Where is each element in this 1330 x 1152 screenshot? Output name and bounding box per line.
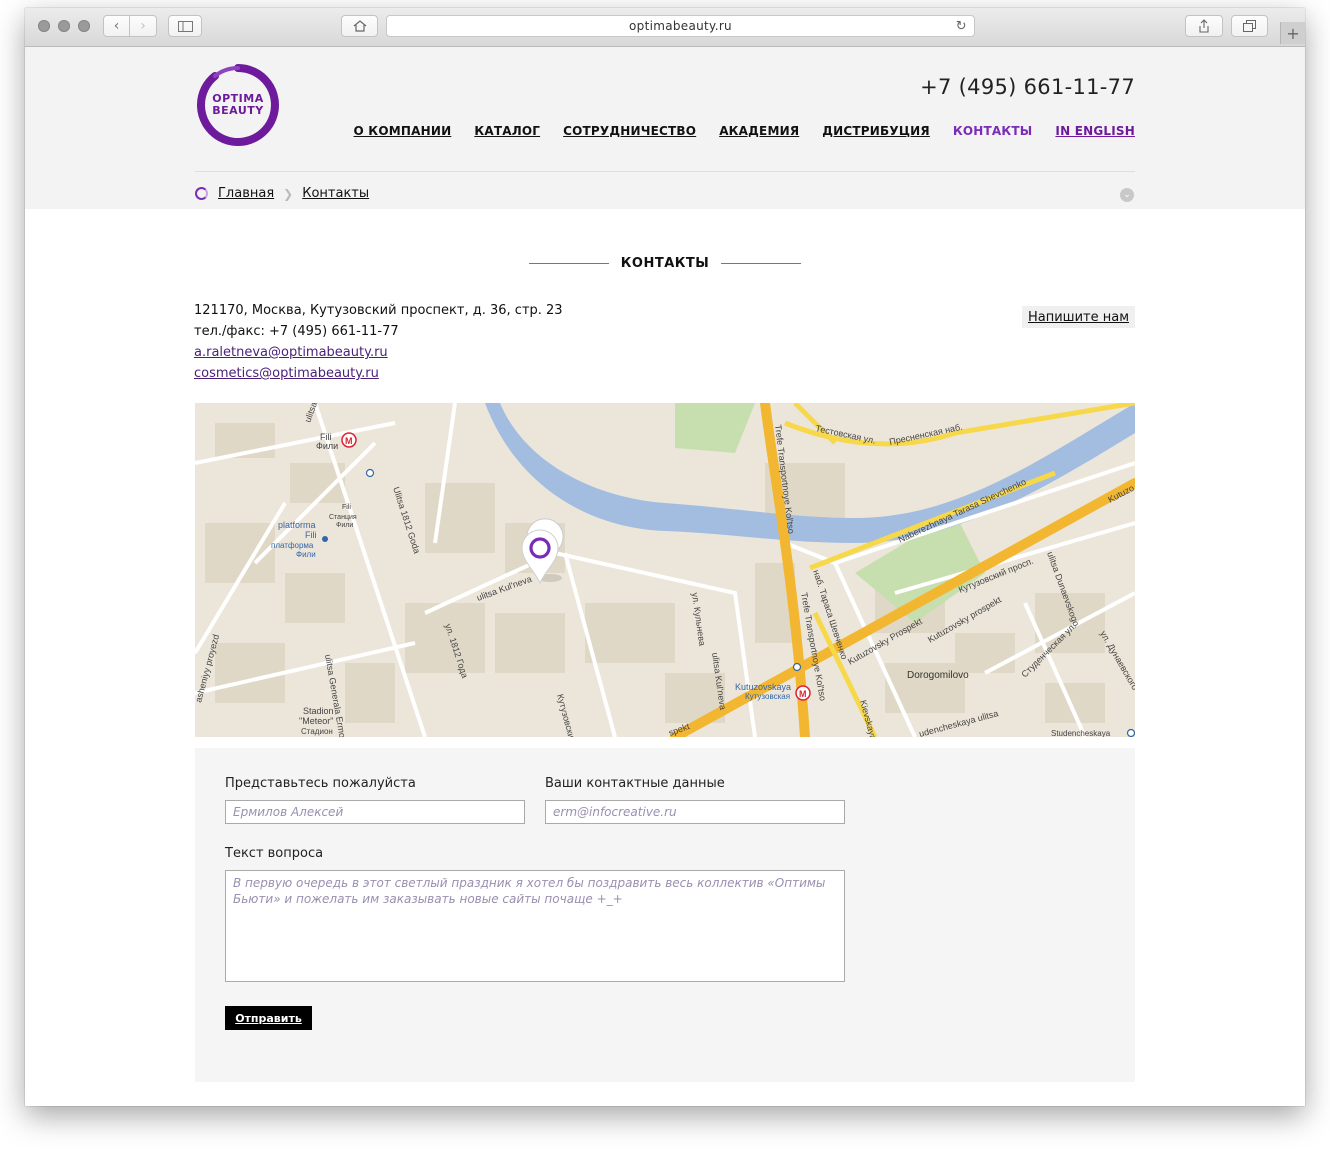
map-label-meteor: "Meteor" — [299, 716, 333, 726]
map-label-fili-station: Fili — [342, 504, 351, 511]
breadcrumb: Главная ❯ Контакты — [195, 186, 369, 201]
map-label-station-ru: Станция — [329, 514, 357, 521]
forward-icon[interactable]: › — [130, 15, 157, 37]
nav-distribution[interactable]: ДИСТРИБУЦИЯ — [822, 124, 930, 138]
svg-text:M: M — [345, 436, 353, 446]
contact-input[interactable] — [545, 800, 845, 824]
map[interactable]: M M Fili Фили Fili Станция Фили platform… — [195, 403, 1135, 737]
nav-catalog[interactable]: КАТАЛОГ — [474, 124, 540, 138]
nav-cooperation[interactable]: СОТРУДНИЧЕСТВО — [563, 124, 696, 138]
plus-icon: + — [1286, 23, 1300, 43]
sidebar-icon — [177, 20, 193, 32]
home-icon — [353, 20, 366, 32]
nav-academy[interactable]: АКАДЕМИЯ — [719, 124, 799, 138]
email-link-1[interactable]: a.raletneva@optimabeauty.ru — [194, 345, 388, 360]
header-phone: +7 (495) 661-11-77 — [920, 75, 1135, 99]
share-icon — [1199, 19, 1209, 33]
back-icon[interactable]: ‹ — [103, 15, 130, 37]
contact-label: Ваши контактные данные — [545, 776, 725, 791]
breadcrumb-current[interactable]: Контакты — [302, 186, 369, 201]
share-button[interactable] — [1185, 15, 1223, 37]
name-label: Представьтесь пожалуйста — [225, 776, 416, 791]
map-label-dorogomilovo: Dorogomilovo — [907, 670, 969, 681]
map-label-stadion-ru: Стадион — [301, 727, 333, 736]
map-canvas: M M Fili Фили Fili Станция Фили platform… — [195, 403, 1135, 737]
breadcrumb-separator-icon: ❯ — [283, 186, 294, 201]
sidebar-toggle-button[interactable] — [168, 15, 202, 37]
feedback-form: Представьтесь пожалуйста Ваши контактные… — [195, 748, 1135, 1082]
nav-about[interactable]: О КОМПАНИИ — [354, 124, 452, 138]
tabs-icon — [1243, 20, 1256, 32]
maximize-window-icon[interactable] — [78, 20, 90, 32]
logo-text: OPTIMA BEAUTY — [195, 62, 281, 148]
main-nav: О КОМПАНИИ КАТАЛОГ СОТРУДНИЧЕСТВО АКАДЕМ… — [354, 124, 1135, 138]
title-rule-right — [721, 263, 802, 264]
reload-icon[interactable]: ↻ — [956, 19, 967, 34]
new-tab-button[interactable]: + — [1280, 22, 1305, 44]
question-textarea[interactable] — [225, 870, 845, 982]
map-label-kutuzovskaya-ru: Кутузовская — [745, 692, 790, 701]
map-label-platforma-ru: платформа — [271, 541, 314, 550]
browser-window: ‹ › optimabeauty.ru ↻ + OPTIMA BEAUTY +7… — [25, 8, 1305, 1106]
tabs-overview-button[interactable] — [1231, 15, 1268, 37]
page-title-block: КОНТАКТЫ — [25, 256, 1305, 271]
logo-line-2: BEAUTY — [212, 104, 264, 117]
question-label: Текст вопроса — [225, 846, 324, 861]
submit-button[interactable]: Отправить — [225, 1006, 312, 1030]
map-label-fili-ru2: Фили — [336, 522, 353, 529]
name-input[interactable] — [225, 800, 525, 824]
home-button[interactable] — [341, 15, 378, 37]
nav-english[interactable]: IN ENGLISH — [1055, 124, 1135, 138]
email-link-2[interactable]: cosmetics@optimabeauty.ru — [194, 366, 379, 381]
contact-info: 121170, Москва, Кутузовский проспект, д.… — [194, 300, 563, 384]
address-bar[interactable]: optimabeauty.ru ↻ — [386, 15, 975, 37]
map-label-fili-ru: Фили — [316, 441, 338, 451]
minimize-window-icon[interactable] — [58, 20, 70, 32]
chevron-down-icon[interactable]: ⌄ — [1120, 188, 1134, 202]
map-label-fili-ru3: Фили — [296, 550, 316, 559]
site-header: OPTIMA BEAUTY +7 (495) 661-11-77 О КОМПА… — [25, 47, 1305, 209]
browser-toolbar: ‹ › optimabeauty.ru ↻ + — [25, 8, 1305, 47]
map-label-platforma-fili: Fili — [305, 530, 317, 540]
close-window-icon[interactable] — [38, 20, 50, 32]
breadcrumb-home[interactable]: Главная — [218, 186, 274, 201]
phone-fax-text: тел./факс: +7 (495) 661-11-77 — [194, 324, 399, 339]
write-us-button[interactable]: Напишите нам — [1022, 306, 1135, 328]
map-label-platforma: platforma — [278, 520, 316, 530]
title-rule-left — [528, 263, 609, 264]
url-text: optimabeauty.ru — [629, 19, 732, 33]
logo[interactable]: OPTIMA BEAUTY — [195, 62, 281, 148]
history-nav: ‹ › — [103, 15, 157, 37]
map-label-kutuzovskaya: Kutuzovskaya — [735, 682, 791, 692]
page-title: КОНТАКТЫ — [620, 256, 710, 271]
map-label-stadion: Stadion — [303, 706, 334, 716]
breadcrumb-ring-icon — [195, 187, 208, 200]
address-text: 121170, Москва, Кутузовский проспект, д.… — [194, 303, 563, 318]
svg-text:M: M — [799, 689, 807, 699]
header-divider — [195, 171, 1135, 172]
map-label-studencheskaya: Studencheskaya — [1051, 729, 1111, 737]
nav-contacts[interactable]: КОНТАКТЫ — [953, 124, 1033, 138]
